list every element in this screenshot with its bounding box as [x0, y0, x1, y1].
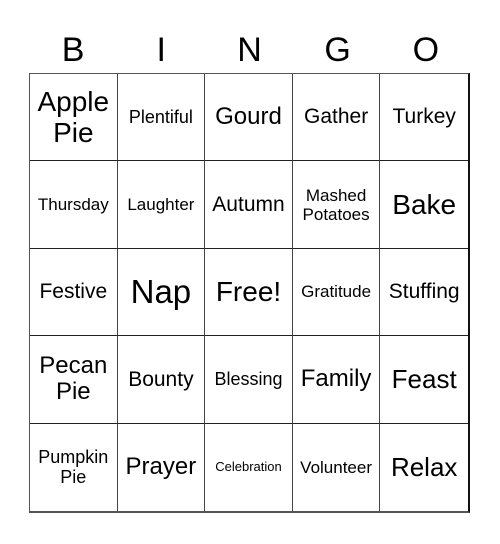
bingo-cell[interactable]: Plentiful: [117, 74, 206, 162]
bingo-cell free-space[interactable]: Free!: [205, 248, 293, 337]
bingo-cell[interactable]: Blessing: [205, 336, 293, 424]
bingo-cell[interactable]: Gourd: [205, 74, 293, 162]
bingo-cell[interactable]: Pecan Pie: [30, 336, 118, 424]
bingo-cell[interactable]: Bake: [380, 161, 468, 249]
header-letter-i: I: [156, 31, 166, 69]
bingo-cell[interactable]: Celebration: [205, 423, 293, 511]
bingo-cell[interactable]: Thursday: [30, 161, 118, 249]
bingo-cell[interactable]: Nap: [117, 248, 206, 337]
bingo-cell[interactable]: Stuffing: [380, 249, 468, 337]
bingo-cell[interactable]: Apple Pie: [30, 74, 118, 162]
header-letter-g: G: [324, 31, 351, 69]
bingo-cell[interactable]: Prayer: [118, 423, 206, 511]
bingo-cell[interactable]: Volunteer: [293, 423, 381, 511]
bingo-grid: Apple Pie Plentiful Gourd Gather Turkey …: [29, 73, 470, 513]
bingo-cell[interactable]: Autumn: [205, 161, 293, 249]
bingo-cell[interactable]: Relax: [380, 424, 468, 511]
bingo-cell[interactable]: Mashed Potatoes: [292, 161, 381, 249]
bingo-cell[interactable]: Gather: [292, 74, 381, 162]
bingo-cell[interactable]: Pumpkin Pie: [30, 423, 118, 511]
header-letter-b: B: [61, 31, 85, 69]
bingo-cell[interactable]: Laughter: [117, 161, 206, 249]
bingo-header: B I N G O: [29, 28, 470, 72]
bingo-cell[interactable]: Gratitude: [292, 248, 381, 337]
bingo-cell[interactable]: Bounty: [117, 336, 206, 424]
bingo-cell[interactable]: Turkey: [380, 74, 468, 162]
bingo-cell[interactable]: Feast: [380, 336, 468, 424]
bingo-cell[interactable]: Festive: [30, 248, 118, 337]
header-letter-n: N: [237, 31, 262, 69]
header-letter-o: O: [412, 31, 440, 69]
bingo-cell[interactable]: Family: [292, 336, 381, 424]
